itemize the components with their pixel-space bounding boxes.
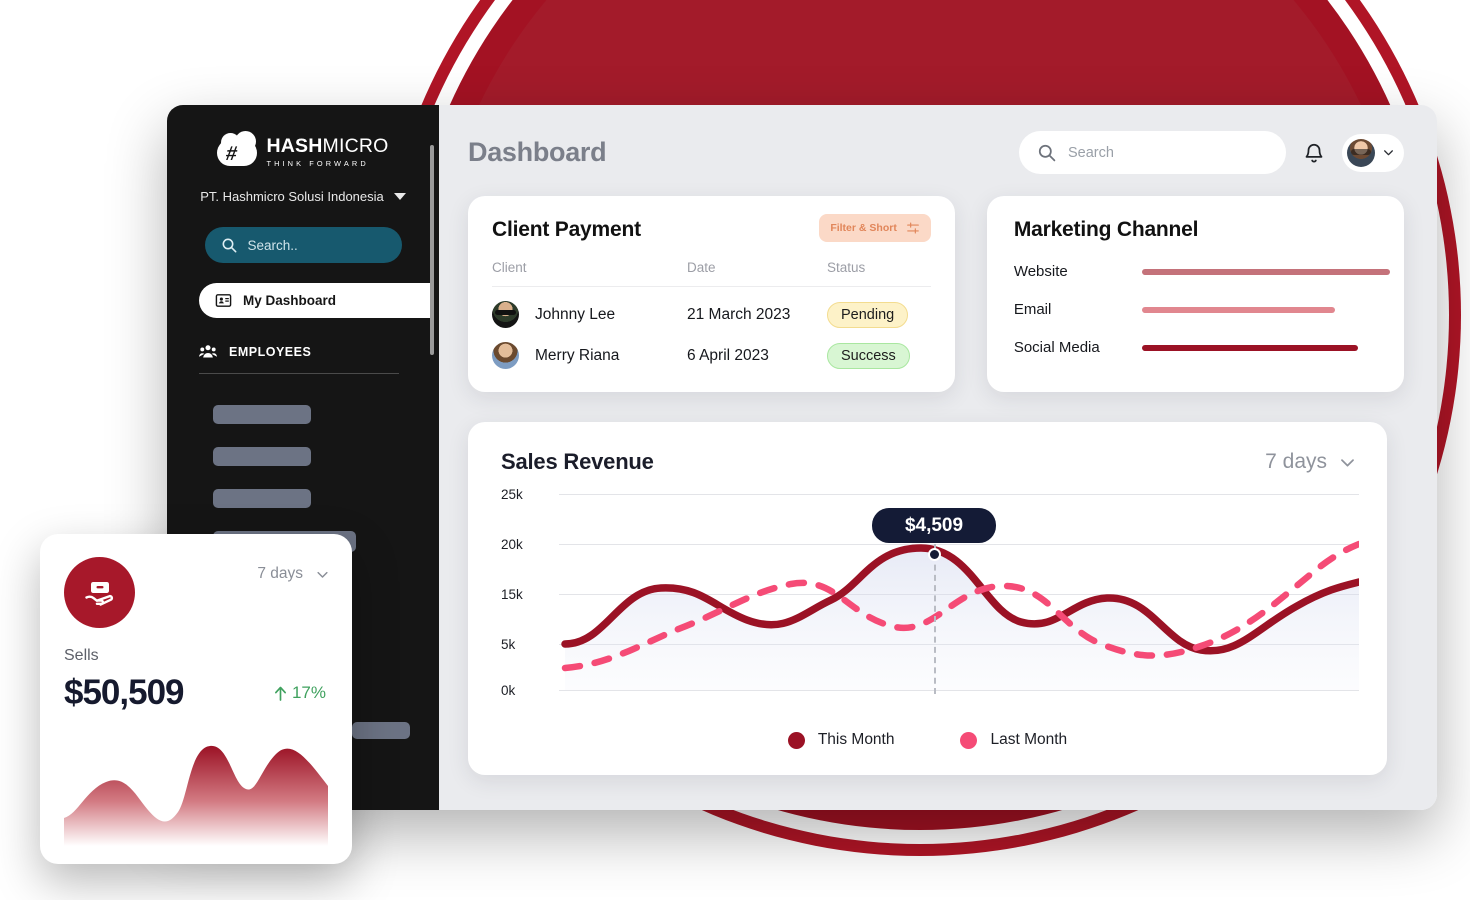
cell-date: 6 April 2023 (687, 346, 769, 364)
avatar (1347, 138, 1375, 167)
sells-sparkline-area (64, 745, 328, 846)
table-row[interactable]: Merry Riana 6 April 2023 Success (492, 328, 931, 369)
chart-hover-point (928, 548, 941, 561)
marketing-channel-card: Marketing Channel Website Email Social M… (986, 196, 1404, 392)
sidebar-item-label: My Dashboard (243, 293, 337, 308)
sales-range-label: 7 days (1265, 450, 1327, 473)
chevron-down-icon (1341, 458, 1354, 467)
sidebar-item-my-dashboard[interactable]: My Dashboard (199, 283, 431, 318)
chevron-down-icon (1384, 150, 1393, 156)
arrow-up-icon (274, 686, 286, 701)
column-header-status: Status (827, 260, 931, 287)
legend-color-swatch (960, 731, 978, 749)
filter-button-label: Filter & Short (830, 222, 897, 234)
page-title: Dashboard (468, 137, 607, 167)
sidebar-placeholder-item (213, 489, 311, 508)
channel-bar-track (1141, 306, 1404, 313)
hashmicro-cloud-icon: # (217, 131, 258, 167)
avatar (492, 301, 519, 328)
dashboard-window: # HASHMICRO THINK FORWARD PT. Hashmicro … (167, 105, 1437, 810)
sidebar-scrollbar[interactable] (430, 145, 434, 355)
sales-revenue-chart: 25k 20k 15k 5k 0k $4,509 (501, 487, 1359, 706)
chart-legend: This Month Last Month (468, 731, 1387, 749)
cell-client-name: Merry Riana (535, 346, 620, 364)
marketing-channel-row: Email (1014, 301, 1404, 318)
legend-item-this-month[interactable]: This Month (787, 731, 895, 749)
column-header-client: Client (492, 260, 687, 287)
sells-metric-card: 7 days Sells $50,509 17% (40, 534, 352, 864)
hover-vertical-line (934, 544, 936, 694)
column-header-date: Date (687, 260, 827, 287)
user-menu[interactable] (1342, 133, 1404, 172)
marketing-channel-row: Website (1014, 263, 1404, 280)
sales-range-selector[interactable]: 7 days (1265, 450, 1357, 474)
sells-value: $50,509 (64, 673, 185, 712)
app-logo: # HASHMICRO THINK FORWARD (167, 105, 439, 167)
top-bar: Dashboard Search (439, 105, 1437, 174)
chart-tooltip: $4,509 (872, 508, 996, 543)
sidebar-placeholder-item (352, 722, 410, 739)
money-hand-icon (64, 557, 135, 628)
company-switcher[interactable]: PT. Hashmicro Solusi Indonesia (167, 189, 439, 204)
channel-bar-track (1141, 344, 1404, 351)
channel-label: Website (1013, 263, 1068, 280)
avatar (492, 342, 519, 369)
sidebar-search-input[interactable]: Search.. (204, 227, 402, 263)
channel-label: Email (1013, 301, 1052, 318)
status-badge: Success (827, 342, 910, 369)
chevron-down-icon (393, 193, 406, 200)
sidebar-section-employees[interactable]: EMPLOYEES (199, 344, 399, 374)
legend-label: This Month (817, 731, 895, 748)
screenshot-root: # HASHMICRO THINK FORWARD PT. Hashmicro … (0, 0, 1470, 900)
filter-and-sort-button[interactable]: Filter & Short (819, 214, 931, 242)
logo-wordmark: HASHMICRO (266, 135, 389, 158)
bell-icon[interactable] (1303, 141, 1325, 165)
channel-label: Social Media (1013, 339, 1100, 356)
channel-bar (1141, 306, 1336, 313)
sidebar-placeholder-item (213, 447, 311, 466)
money-hand-glyph (84, 581, 113, 606)
status-badge: Pending (827, 301, 909, 328)
people-icon (199, 345, 217, 358)
cell-date: 21 March 2023 (687, 305, 791, 323)
main-content: Dashboard Search Client Payment Filter &… (439, 105, 1437, 810)
table-row[interactable]: Johnny Lee 21 March 2023 Pending (492, 287, 931, 328)
marketing-channel-row: Social Media (1014, 339, 1404, 356)
sidebar-placeholder-item (213, 405, 311, 424)
company-name: PT. Hashmicro Solusi Indonesia (200, 189, 384, 204)
channel-bar (1141, 268, 1390, 275)
sells-delta: 17% (274, 683, 326, 703)
legend-color-swatch (787, 731, 805, 749)
sells-sparkline-chart (64, 745, 328, 846)
sales-revenue-card: Sales Revenue 7 days 25k 20k 15k 5k 0k $… (468, 422, 1387, 775)
sells-range-selector[interactable]: 7 days (257, 557, 330, 583)
sidebar-section-label: EMPLOYEES (229, 344, 312, 359)
search-placeholder: Search (1068, 144, 1114, 161)
sidebar-search-placeholder: Search.. (247, 237, 298, 253)
client-payment-table: Client Date Status Johnny Lee 21 March 2… (492, 260, 931, 369)
table-header-row: Client Date Status (492, 260, 931, 287)
marketing-channel-title: Marketing Channel (1013, 218, 1199, 241)
chevron-down-icon (317, 571, 328, 578)
sells-delta-value: 17% (291, 683, 326, 702)
sliders-icon (906, 222, 919, 234)
dashboard-icon (215, 294, 232, 307)
logo-tagline: THINK FORWARD (266, 158, 369, 168)
search-icon (222, 238, 236, 253)
channel-bar (1141, 344, 1358, 351)
cell-client-name: Johnny Lee (535, 305, 616, 323)
sales-revenue-title: Sales Revenue (501, 449, 654, 474)
channel-bar-track (1141, 268, 1404, 275)
legend-item-last-month[interactable]: Last Month (960, 731, 1067, 749)
sells-label: Sells (64, 647, 99, 664)
search-input[interactable]: Search (1019, 131, 1286, 174)
legend-label: Last Month (990, 731, 1068, 748)
search-icon (1038, 144, 1056, 162)
sells-range-label: 7 days (257, 565, 303, 582)
client-payment-card: Client Payment Filter & Short Client Dat… (468, 196, 955, 392)
